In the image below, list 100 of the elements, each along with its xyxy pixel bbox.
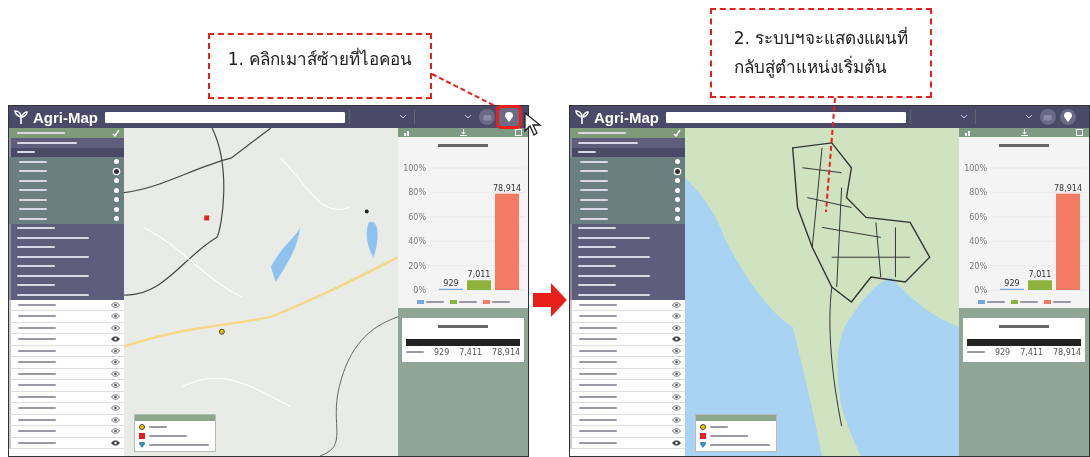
search-field[interactable] bbox=[665, 111, 906, 123]
label-line bbox=[579, 189, 608, 192]
label-line bbox=[578, 326, 617, 329]
layer-item[interactable] bbox=[569, 299, 685, 311]
layer-item[interactable] bbox=[569, 403, 685, 415]
label-line bbox=[578, 430, 617, 433]
download-icon[interactable] bbox=[459, 129, 467, 136]
eye-icon[interactable] bbox=[111, 336, 120, 343]
label-line bbox=[578, 395, 617, 398]
menu-item[interactable] bbox=[9, 147, 124, 157]
label-line bbox=[578, 349, 617, 352]
radio-button[interactable] bbox=[114, 159, 119, 165]
eye-outline-icon[interactable] bbox=[671, 416, 681, 423]
eye-outline-icon[interactable] bbox=[671, 428, 681, 435]
eye-outline-icon[interactable] bbox=[111, 324, 120, 331]
radio-button[interactable] bbox=[114, 216, 119, 222]
eye-outline-icon[interactable] bbox=[111, 416, 120, 423]
bar-value-label: 78,914 bbox=[493, 183, 522, 193]
eye-outline-icon[interactable] bbox=[111, 405, 120, 412]
label-line bbox=[579, 208, 608, 211]
menu-item[interactable] bbox=[9, 138, 124, 148]
eye-outline-icon[interactable] bbox=[671, 393, 681, 400]
label-line bbox=[458, 301, 477, 303]
layer-item[interactable] bbox=[569, 380, 685, 392]
radio-button[interactable] bbox=[674, 187, 680, 193]
eye-outline-icon[interactable] bbox=[671, 324, 681, 331]
home-location-button[interactable] bbox=[499, 108, 519, 126]
label-line bbox=[18, 441, 56, 444]
radio-button[interactable] bbox=[114, 168, 119, 174]
eye-outline-icon[interactable] bbox=[111, 347, 120, 354]
layer-item[interactable] bbox=[569, 311, 685, 323]
chevron-down-icon bbox=[465, 115, 471, 119]
radio-button[interactable] bbox=[674, 216, 680, 222]
eye-outline-icon[interactable] bbox=[671, 313, 681, 320]
label-line bbox=[577, 132, 626, 134]
eye-icon[interactable] bbox=[671, 336, 681, 343]
layer-option[interactable] bbox=[569, 214, 685, 224]
label-line bbox=[17, 151, 35, 154]
radio-button[interactable] bbox=[114, 178, 119, 184]
menu-item[interactable] bbox=[569, 290, 685, 300]
eye-outline-icon[interactable] bbox=[671, 370, 681, 377]
screenshot-button[interactable] bbox=[479, 109, 495, 125]
label-line bbox=[986, 301, 1005, 303]
label-line bbox=[709, 444, 770, 446]
eye-outline-icon[interactable] bbox=[671, 347, 681, 354]
eye-icon[interactable] bbox=[671, 439, 681, 446]
eye-outline-icon[interactable] bbox=[111, 393, 120, 400]
eye-outline-icon[interactable] bbox=[111, 428, 120, 435]
sprout-icon bbox=[573, 109, 590, 125]
layer-item[interactable] bbox=[569, 357, 685, 369]
eye-outline-icon[interactable] bbox=[111, 370, 120, 377]
layer-item[interactable] bbox=[569, 437, 685, 449]
radio-button[interactable] bbox=[674, 197, 680, 203]
eye-outline-icon[interactable] bbox=[111, 382, 120, 389]
eye-outline-icon[interactable] bbox=[671, 405, 681, 412]
layer-option[interactable] bbox=[9, 214, 124, 224]
label-line bbox=[17, 255, 89, 258]
maximize-icon[interactable] bbox=[1076, 129, 1083, 136]
bar-value-label: 929 bbox=[443, 278, 459, 288]
eye-outline-icon[interactable] bbox=[111, 313, 120, 320]
eye-icon[interactable] bbox=[111, 439, 120, 446]
axis-tick-label: 0% bbox=[974, 286, 987, 295]
label-line bbox=[18, 349, 56, 352]
label-line bbox=[577, 265, 616, 268]
label-line bbox=[579, 179, 608, 182]
table-cell: 929 bbox=[434, 347, 450, 357]
label-line bbox=[579, 170, 608, 173]
axis-tick-label: 20% bbox=[969, 261, 987, 271]
eye-outline-icon[interactable] bbox=[111, 301, 120, 308]
eye-outline-icon[interactable] bbox=[671, 382, 681, 389]
menu-item[interactable] bbox=[569, 138, 685, 148]
radio-button[interactable] bbox=[674, 206, 680, 212]
dot-icon bbox=[139, 424, 145, 430]
label-line bbox=[19, 160, 47, 163]
radio-button[interactable] bbox=[114, 187, 119, 193]
label-line bbox=[18, 361, 56, 364]
radio-button[interactable] bbox=[674, 159, 680, 165]
radio-button[interactable] bbox=[114, 206, 119, 212]
table-cell: 78,914 bbox=[492, 347, 521, 357]
layer-item[interactable] bbox=[569, 334, 685, 346]
eye-outline-icon[interactable] bbox=[671, 301, 681, 308]
dot-icon bbox=[699, 424, 706, 430]
label-line bbox=[149, 426, 167, 428]
layer-item[interactable] bbox=[569, 414, 685, 426]
download-icon[interactable] bbox=[1020, 129, 1028, 136]
menu-item[interactable] bbox=[569, 147, 685, 157]
layer-item[interactable] bbox=[569, 368, 685, 380]
square-icon bbox=[699, 433, 706, 439]
menu-item[interactable] bbox=[9, 290, 124, 300]
eye-outline-icon[interactable] bbox=[671, 359, 681, 366]
radio-button[interactable] bbox=[674, 178, 680, 184]
home-location-button[interactable] bbox=[1059, 109, 1076, 125]
layer-item[interactable] bbox=[569, 391, 685, 403]
label-line bbox=[18, 407, 56, 410]
maximize-icon[interactable] bbox=[515, 129, 523, 136]
search-field[interactable] bbox=[105, 111, 345, 123]
radio-button[interactable] bbox=[674, 168, 680, 174]
eye-outline-icon[interactable] bbox=[111, 359, 120, 366]
radio-button[interactable] bbox=[114, 197, 119, 203]
label-line bbox=[578, 338, 617, 341]
